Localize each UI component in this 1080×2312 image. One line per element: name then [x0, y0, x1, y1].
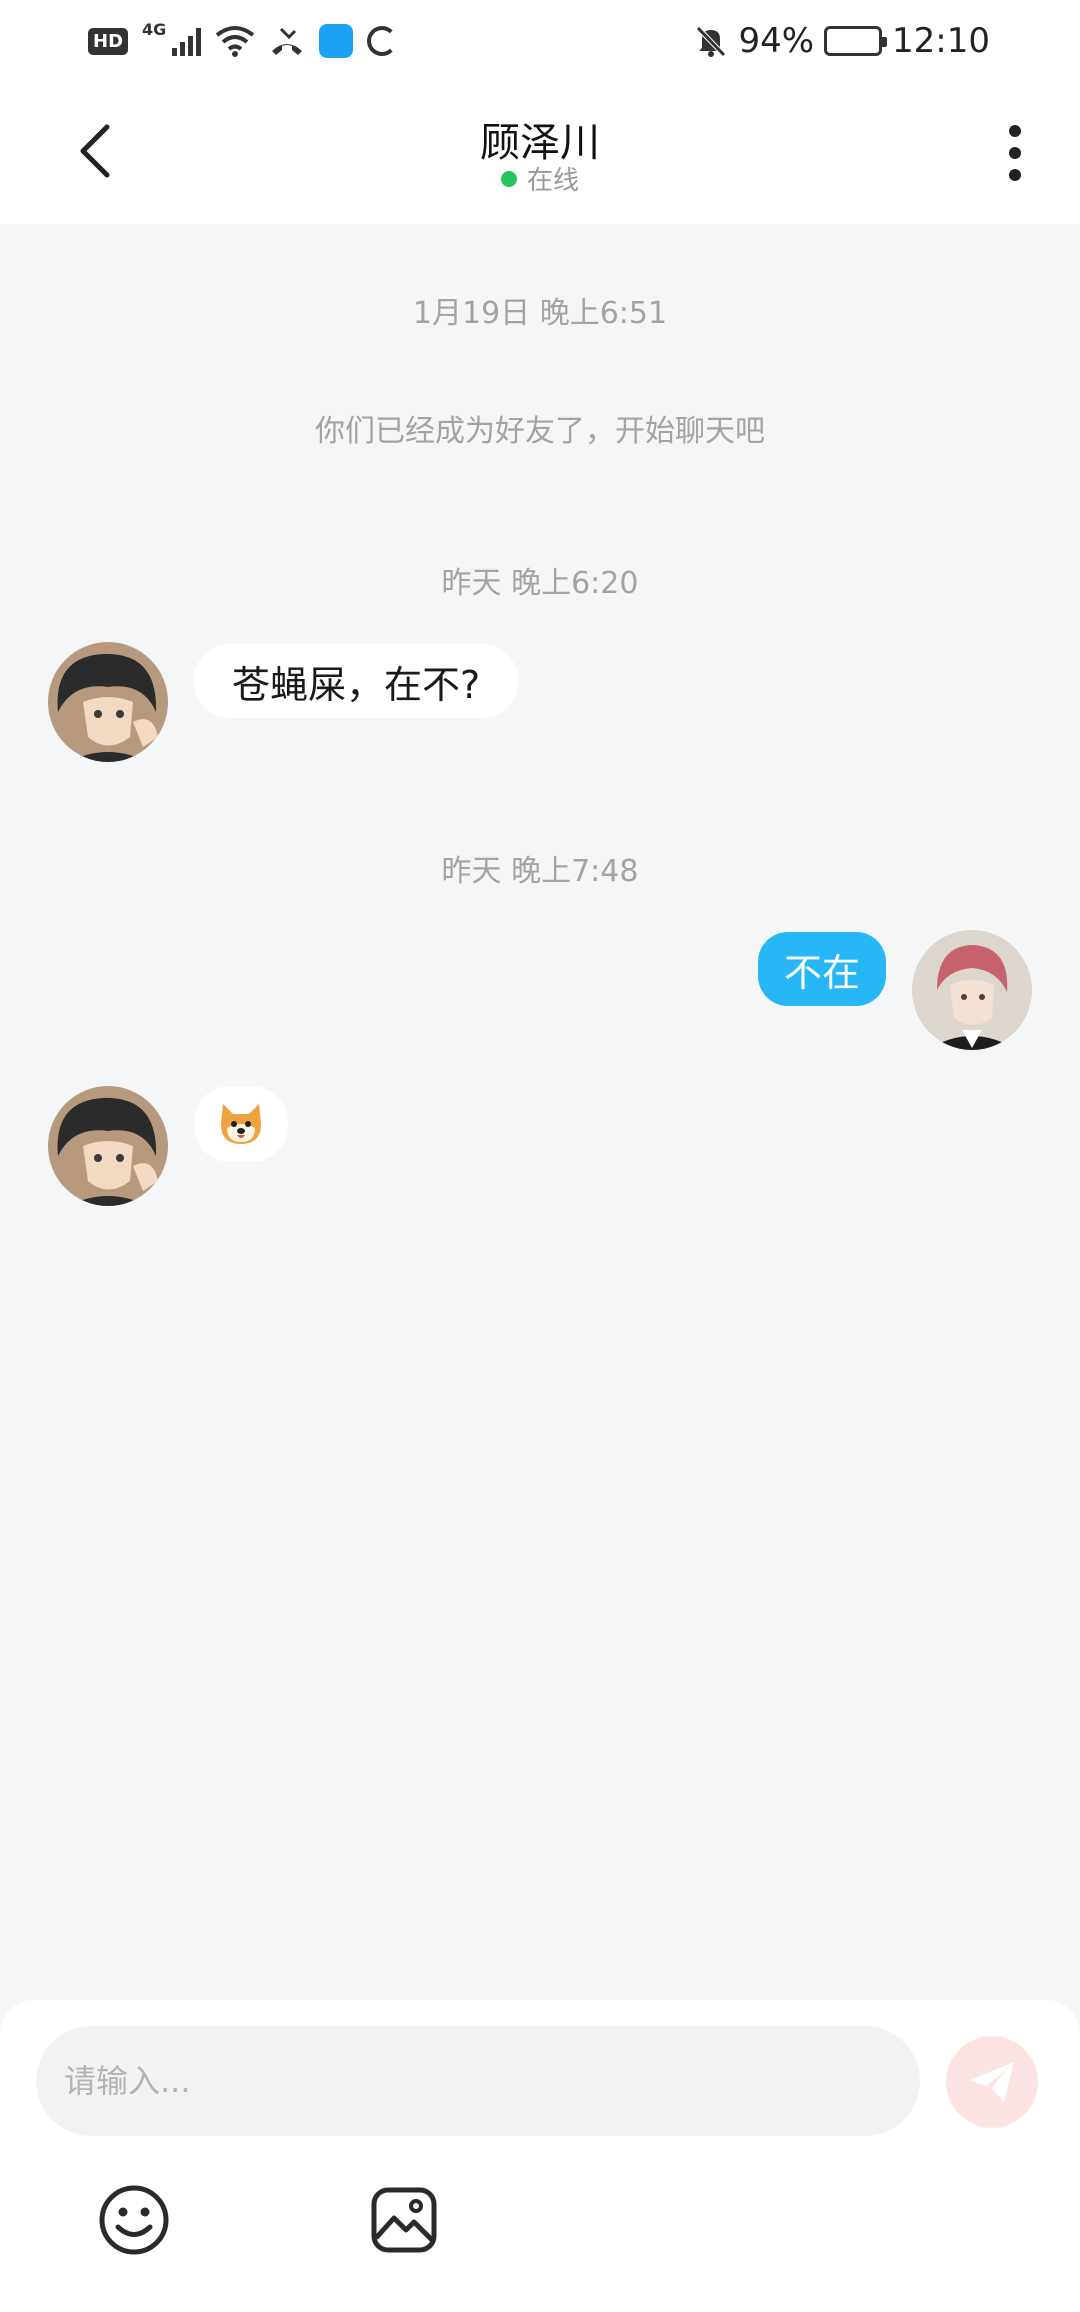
network-type: 4G [142, 20, 167, 39]
presence-status: 在线 [0, 160, 1080, 197]
contact-avatar[interactable] [48, 1086, 168, 1206]
chat-header: 顾泽川 在线 [0, 82, 1080, 224]
battery-icon [824, 26, 888, 56]
wifi-icon [216, 26, 255, 57]
send-icon [970, 2062, 1014, 2102]
loading-icon [367, 26, 398, 56]
outgoing-message[interactable]: 不在 [757, 932, 886, 1006]
status-left-icons: HD 4G [88, 20, 398, 62]
more-options-button[interactable] [990, 118, 1040, 188]
status-right-icons: 94% 12:10 [694, 20, 990, 62]
hd-badge: HD [88, 27, 129, 55]
presence-label: 在线 [526, 166, 579, 196]
contact-avatar[interactable] [48, 642, 168, 762]
shiba-dog-emoji-icon [221, 1104, 261, 1144]
search-app-icon [319, 24, 354, 58]
incoming-message[interactable]: 苍蝇屎，在不? [194, 644, 519, 718]
timestamp: 昨天 晚上6:20 [441, 566, 639, 601]
my-avatar[interactable] [912, 930, 1032, 1050]
image-icon [371, 2187, 437, 2253]
signal-icon [172, 26, 202, 56]
message-input[interactable] [36, 2026, 920, 2136]
mute-bell-icon [696, 26, 727, 57]
status-bar: HD 4G 94% 12:10 [0, 0, 1080, 82]
clock: 12:10 [892, 21, 990, 61]
timestamp: 昨天 晚上7:48 [441, 854, 639, 889]
send-button[interactable] [946, 2036, 1038, 2128]
timestamp: 1月19日 晚上6:51 [412, 296, 668, 331]
battery-percent: 94% [738, 21, 815, 61]
smiley-icon [99, 2185, 169, 2255]
incoming-emoji-message[interactable] [194, 1086, 288, 1162]
online-indicator [500, 170, 517, 187]
missed-call-icon [272, 27, 303, 55]
system-message: 你们已经成为好友了，开始聊天吧 [315, 414, 765, 449]
composer [0, 2000, 1080, 2312]
emoji-button[interactable] [96, 2182, 172, 2258]
image-button[interactable] [366, 2182, 442, 2258]
